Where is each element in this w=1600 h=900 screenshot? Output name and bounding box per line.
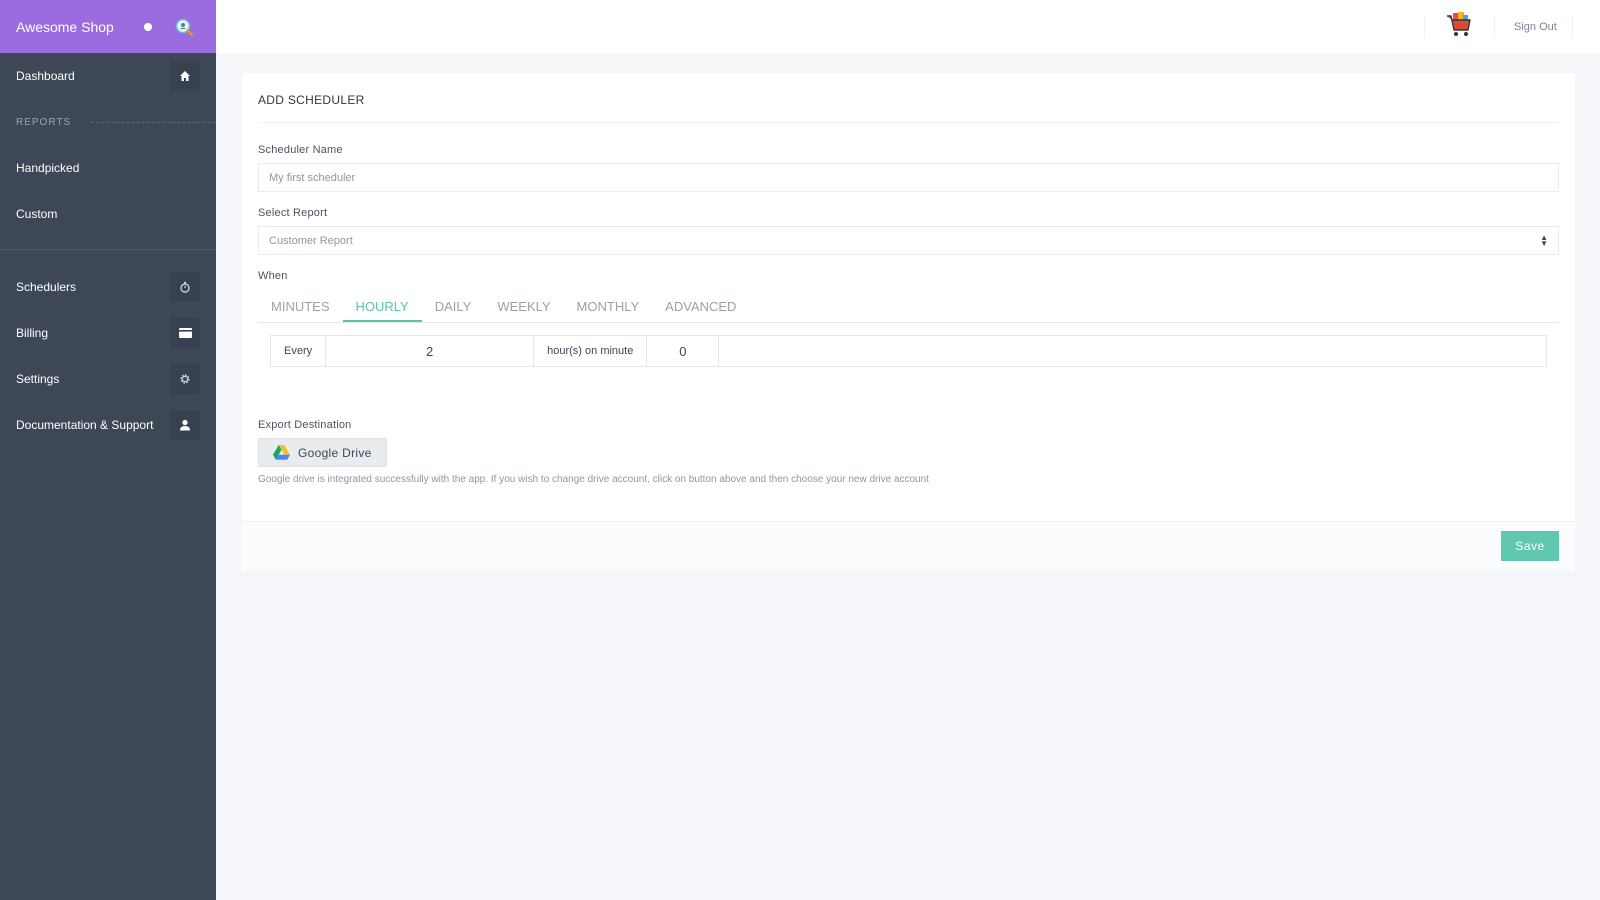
sidebar-item-label: Billing (16, 326, 49, 340)
select-report-value: Customer Report (269, 234, 353, 247)
select-arrows-icon: ▲ ▼ (1540, 232, 1548, 248)
topbar-divider (1572, 16, 1573, 38)
minute-input[interactable]: 0 (647, 336, 720, 366)
sidebar-item-label: Dashboard (16, 69, 75, 83)
sidebar-item-schedulers[interactable]: Schedulers (0, 264, 216, 310)
page-title: ADD SCHEDULER (258, 73, 1559, 123)
sidebar: Awesome Shop Dashboard REPORTS Handpicke… (0, 0, 216, 900)
sidebar-item-label: Custom (16, 207, 58, 221)
export-destination-label: Export Destination (258, 419, 352, 431)
tab-monthly[interactable]: MONTHLY (564, 292, 653, 322)
sidebar-item-label: Schedulers (16, 280, 77, 294)
section-divider (91, 121, 216, 123)
sidebar-item-handpicked[interactable]: Handpicked (0, 145, 216, 191)
scheduler-name-placeholder: My first scheduler (269, 171, 356, 184)
sidebar-item-label: Documentation & Support (16, 418, 154, 432)
hours-input[interactable]: 2 (326, 336, 533, 366)
save-button[interactable]: Save (1501, 531, 1559, 561)
reports-section-title: REPORTS (0, 99, 216, 145)
credit-card-icon (170, 318, 200, 348)
topbar-divider (1494, 16, 1495, 38)
sidebar-item-label: Handpicked (16, 161, 80, 175)
tab-weekly[interactable]: WEEKLY (484, 292, 563, 322)
sidebar-item-billing[interactable]: Billing (0, 310, 216, 356)
google-drive-button[interactable]: Google Drive (258, 438, 387, 467)
reports-section-label: REPORTS (16, 116, 72, 128)
select-report-dropdown[interactable]: Customer Report ▲ ▼ (258, 226, 1559, 255)
status-dot-icon (144, 22, 152, 31)
brand-bar: Awesome Shop (0, 0, 216, 53)
tab-daily[interactable]: DAILY (422, 292, 485, 322)
top-bar: Sign Out (216, 0, 1600, 53)
tab-hourly[interactable]: HOURLY (342, 292, 422, 322)
sidebar-item-label: Settings (16, 372, 60, 386)
on-minute-label: hour(s) on minute (533, 336, 648, 366)
topbar-divider (1424, 16, 1425, 38)
drive-help-text: Google drive is integrated successfully … (258, 474, 929, 485)
google-drive-icon (273, 445, 290, 460)
scheduler-name-input[interactable]: My first scheduler (258, 163, 1559, 192)
card-footer: Save (242, 521, 1575, 571)
sidebar-item-dashboard[interactable]: Dashboard (0, 53, 216, 99)
sidebar-item-custom[interactable]: Custom (0, 191, 216, 237)
gear-icon (170, 364, 200, 394)
stopwatch-icon (170, 272, 200, 302)
home-icon (170, 61, 200, 91)
scheduler-form: Scheduler Name My first scheduler Select… (242, 144, 1575, 485)
scheduler-name-label: Scheduler Name (258, 144, 343, 156)
tab-minutes[interactable]: MINUTES (258, 292, 343, 322)
sign-out-link[interactable]: Sign Out (1514, 21, 1557, 33)
brand-name[interactable]: Awesome Shop (16, 19, 144, 35)
google-drive-label: Google Drive (298, 445, 372, 460)
select-report-label: Select Report (258, 207, 328, 219)
when-label: When (258, 270, 288, 282)
sidebar-item-documentation[interactable]: Documentation & Support (0, 402, 216, 448)
shopping-cart-icon[interactable] (1444, 10, 1474, 40)
sidebar-divider (0, 249, 216, 250)
user-icon (170, 410, 200, 440)
sidebar-item-settings[interactable]: Settings (0, 356, 216, 402)
every-label: Every (271, 336, 327, 366)
search-icon[interactable] (174, 17, 194, 37)
add-scheduler-card: ADD SCHEDULER Scheduler Name My first sc… (242, 73, 1575, 571)
tab-advanced[interactable]: ADVANCED (652, 292, 749, 322)
frequency-tabs: MINUTES HOURLY DAILY WEEKLY MONTHLY ADVA… (258, 292, 1559, 323)
hourly-schedule-row: Every 2 hour(s) on minute 0 (270, 335, 1547, 367)
